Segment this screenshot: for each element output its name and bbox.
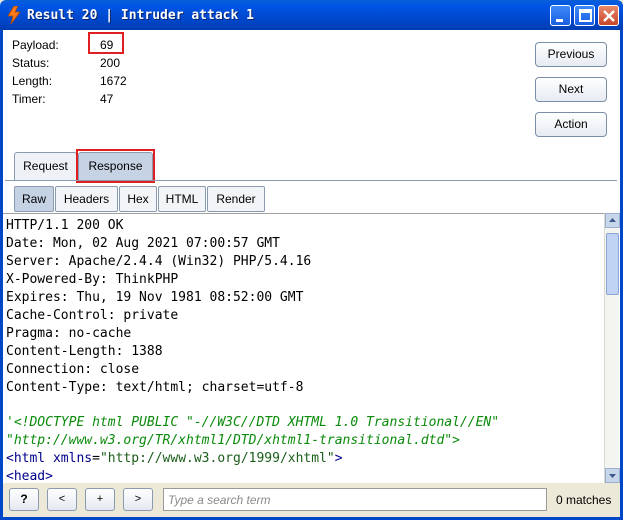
- html-attr: xmlns: [45, 451, 93, 466]
- arrow-up-icon: [609, 218, 616, 222]
- maximize-button[interactable]: [574, 5, 595, 26]
- search-input[interactable]: [163, 488, 547, 511]
- response-line: X-Powered-By: ThinkPHP: [6, 272, 179, 287]
- html-attr-value: "http://www.w3.org/1999/xhtml": [99, 451, 335, 466]
- status-value: 200: [100, 56, 121, 70]
- html-lt: <: [6, 451, 14, 466]
- response-line: Pragma: no-cache: [6, 326, 132, 341]
- html-tag: html: [13, 451, 46, 466]
- html-gt: >: [334, 451, 343, 466]
- status-label: Status:: [12, 56, 50, 70]
- response-line: Expires: Thu, 19 Nov 1981 08:52:00 GMT: [6, 290, 304, 305]
- html-open-line: <html xmlns="http://www.w3.org/1999/xhtm…: [6, 450, 343, 468]
- head-gt: >: [45, 469, 53, 483]
- tabs-divider: [5, 180, 617, 181]
- response-line: Content-Length: 1388: [6, 344, 163, 359]
- response-text-area[interactable]: HTTP/1.1 200 OK Date: Mon, 02 Aug 2021 0…: [3, 213, 604, 483]
- timer-label: Timer:: [12, 92, 46, 106]
- help-button[interactable]: ?: [9, 488, 39, 511]
- doctype-url-line: "http://www.w3.org/TR/xhtml1/DTD/xhtml1-…: [6, 433, 460, 448]
- window-title: Result 20 | Intruder attack 1: [27, 8, 254, 23]
- length-label: Length:: [12, 74, 53, 88]
- tab-hex[interactable]: Hex: [119, 186, 157, 212]
- search-add-button[interactable]: +: [85, 488, 115, 511]
- search-prev-button[interactable]: <: [47, 488, 77, 511]
- title-bar: Result 20 | Intruder attack 1: [0, 0, 623, 30]
- search-bar: ? < + > 0 matches: [3, 483, 620, 517]
- response-line: HTTP/1.1 200 OK: [6, 218, 124, 233]
- action-button[interactable]: Action: [535, 112, 607, 137]
- maximize-icon: [579, 9, 592, 22]
- length-value: 1672: [100, 74, 127, 88]
- minimize-icon: [556, 19, 563, 22]
- vertical-scrollbar[interactable]: [604, 213, 620, 483]
- tab-request[interactable]: Request: [14, 152, 77, 180]
- scroll-down-button[interactable]: [605, 468, 620, 483]
- head-lt: <: [6, 469, 14, 483]
- next-button[interactable]: Next: [535, 77, 607, 102]
- match-count: 0 matches: [556, 493, 612, 507]
- minimize-button[interactable]: [550, 5, 571, 26]
- scroll-thumb[interactable]: [606, 233, 619, 295]
- response-line: Date: Mon, 02 Aug 2021 07:00:57 GMT: [6, 236, 280, 251]
- response-highlight-box: [76, 149, 155, 183]
- response-line: Connection: close: [6, 362, 140, 377]
- payload-highlight-box: [88, 32, 124, 54]
- close-button[interactable]: [598, 5, 619, 26]
- search-next-button[interactable]: >: [123, 488, 153, 511]
- html-eq: =: [92, 451, 100, 466]
- doctype-line: '<!DOCTYPE html PUBLIC "-//W3C//DTD XHTM…: [6, 415, 500, 430]
- tab-render[interactable]: Render: [207, 186, 265, 212]
- previous-button[interactable]: Previous: [535, 42, 607, 67]
- head-open-line: <head>: [6, 468, 53, 483]
- head-tag: head: [13, 469, 46, 483]
- tab-raw[interactable]: Raw: [14, 186, 54, 212]
- scroll-up-button[interactable]: [605, 213, 620, 228]
- response-line: Cache-Control: private: [6, 308, 179, 323]
- tab-html[interactable]: HTML: [158, 186, 206, 212]
- response-line: Content-Type: text/html; charset=utf-8: [6, 380, 304, 395]
- timer-value: 47: [100, 92, 114, 106]
- burp-app-icon: [7, 6, 21, 24]
- arrow-down-icon: [609, 474, 616, 478]
- close-icon: [603, 10, 615, 22]
- payload-label: Payload:: [12, 38, 59, 52]
- tab-headers[interactable]: Headers: [55, 186, 118, 212]
- response-line: Server: Apache/2.4.4 (Win32) PHP/5.4.16: [6, 254, 312, 269]
